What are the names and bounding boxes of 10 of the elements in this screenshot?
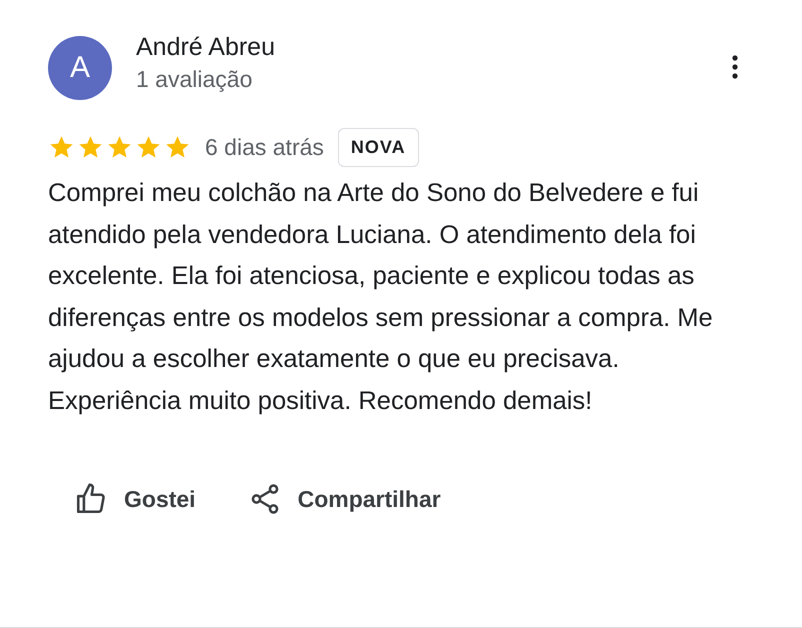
review-count: 1 avaliação <box>136 65 254 94</box>
review-date: 6 dias atrás <box>205 134 324 161</box>
share-button[interactable]: Compartilhar <box>248 478 441 520</box>
avatar[interactable]: A <box>48 36 112 100</box>
more-options-icon[interactable] <box>730 54 740 80</box>
like-button[interactable]: Gostei <box>74 478 196 520</box>
review-text: Comprei meu colchão na Arte do Sono do Belvedere e fui atendido pela vendedora Luciana. O atendimento dela foi excelente. Ela foi atenciosa, paciente e explicou todas as diferenças entre os modelos sem pressionar a compra. Me ajudou a escolher exatamente o que eu precisava. Experiência muito positiva. Recomendo demais! <box>48 178 714 416</box>
thumbs-up-icon <box>74 482 108 516</box>
author-name[interactable]: André Abreu <box>136 30 706 64</box>
new-badge: NOVA <box>338 128 419 167</box>
